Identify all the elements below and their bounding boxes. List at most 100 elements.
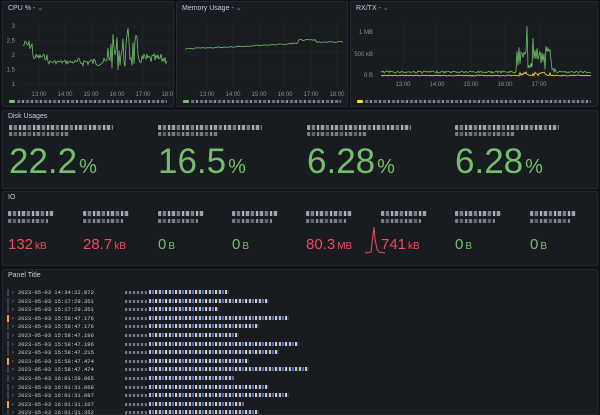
logs-panel: Panel Title › 2023-05-03 14:34:22.072 › 202… — [2, 269, 598, 415]
chevron-right-icon[interactable]: › — [11, 332, 15, 339]
disk-stat-value: 22.2% — [9, 142, 97, 182]
log-level-indicator — [7, 289, 9, 296]
log-message-blurred — [149, 358, 249, 363]
disk-stat-label — [158, 125, 262, 130]
io-stat-sublabel — [158, 219, 198, 223]
io-stat-sublabel — [381, 219, 421, 223]
log-message-blurred — [149, 393, 289, 398]
log-level-indicator — [7, 375, 9, 382]
log-label-blurred — [125, 402, 147, 406]
log-label-blurred — [125, 299, 147, 303]
log-label-blurred — [125, 316, 147, 320]
log-message-blurred — [149, 401, 244, 406]
io-stat-value: 0B — [158, 236, 175, 253]
legend-blurred[interactable] — [191, 100, 341, 103]
log-level-indicator — [7, 306, 9, 314]
log-label-blurred — [125, 385, 147, 389]
disk-stat-unit: % — [228, 156, 246, 178]
log-timestamp: 2023-05-03 16:01:31.107 — [18, 400, 94, 408]
io-stat-unit: B — [168, 241, 176, 252]
y-tick-label: 0 B — [364, 73, 373, 79]
log-label-blurred — [125, 334, 147, 337]
disk-panel-title[interactable]: Disk Usages — [8, 113, 47, 120]
chevron-right-icon[interactable]: › — [11, 409, 15, 414]
legend-blurred[interactable] — [365, 100, 591, 103]
legend-blurred[interactable] — [17, 100, 167, 103]
io-stat-sublabel — [306, 219, 346, 223]
io-stat-label — [530, 211, 576, 216]
io-stat-unit: kB — [114, 241, 126, 252]
x-tick-label: 13:00 — [395, 82, 411, 88]
x-tick-label: 14:00 — [429, 82, 445, 88]
x-tick-label: 16:00 — [497, 82, 513, 88]
log-label-blurred — [125, 377, 147, 380]
chevron-right-icon[interactable]: › — [11, 375, 15, 382]
disk-stat-number: 6.28 — [455, 142, 524, 181]
io-stat-value: 132 kB — [8, 236, 47, 253]
io-stat-number: 28.7 — [83, 236, 113, 253]
disk-stat-label — [455, 125, 559, 130]
log-row[interactable]: › 2023-05-03 16:01:31.352 — [7, 408, 597, 414]
log-label-blurred — [125, 394, 147, 398]
log-message-blurred — [149, 307, 219, 312]
log-label-blurred — [125, 325, 147, 329]
log-timestamp: 2023-05-03 15:58:47.474 — [18, 357, 94, 365]
disk-stat-unit: % — [79, 156, 97, 178]
io-stat-label — [232, 211, 278, 216]
legend-swatch — [183, 100, 189, 103]
io-stat-label — [381, 211, 427, 216]
io-stat-sublabel — [83, 219, 123, 223]
chevron-right-icon[interactable]: › — [11, 349, 15, 356]
memory-panel: Memory Usage - ⌄ 13:00 14:00 15:00 16:00 17:0… — [176, 1, 348, 107]
io-stat-value: 0B — [232, 236, 249, 253]
log-level-indicator — [7, 392, 9, 400]
io-stat-value: 28.7 kB — [83, 236, 126, 253]
x-tick-label: 13:00 — [199, 92, 215, 98]
log-timestamp: 2023-05-03 15:17:29.351 — [18, 306, 94, 314]
chevron-right-icon[interactable]: › — [11, 298, 15, 305]
io-panel-title[interactable]: IO — [8, 194, 15, 201]
y-tick-label: 2 — [12, 53, 16, 59]
log-label-blurred — [125, 368, 147, 372]
io-stat-sublabel — [8, 219, 48, 223]
io-stat-label — [158, 211, 204, 216]
log-level-indicator — [7, 340, 9, 348]
io-stat-sublabel — [455, 219, 495, 223]
x-tick-label: 18:00 — [161, 92, 174, 98]
log-level-indicator — [7, 314, 9, 322]
chevron-right-icon[interactable]: › — [11, 366, 15, 373]
chevron-right-icon[interactable]: › — [11, 315, 15, 322]
io-stat-unit: kB — [35, 241, 47, 252]
x-tick-label: 13:00 — [31, 92, 47, 98]
log-level-indicator — [7, 383, 9, 391]
log-level-indicator — [7, 357, 9, 365]
io-stat-number: 0 — [530, 236, 539, 253]
log-timestamp: 2023-05-03 15:58:47.215 — [18, 349, 94, 357]
logs-panel-title[interactable]: Panel Title — [8, 272, 41, 279]
legend-swatch — [357, 100, 363, 103]
disk-usage-panel: Disk Usages 22.2% 16.5% 6.28% 6.28% — [2, 110, 598, 189]
chevron-right-icon[interactable]: › — [11, 306, 15, 313]
x-tick-label: 14:00 — [57, 92, 73, 98]
x-tick-label: 16:00 — [109, 92, 125, 98]
chevron-right-icon[interactable]: › — [11, 289, 15, 296]
disk-stat-sublabel — [9, 132, 69, 136]
io-stat-label — [455, 211, 501, 216]
disk-stat-number: 16.5 — [158, 142, 227, 181]
chevron-right-icon[interactable]: › — [11, 392, 15, 399]
chevron-right-icon[interactable]: › — [11, 384, 15, 391]
disk-stat-unit: % — [377, 156, 395, 178]
disk-stat-label — [307, 125, 411, 130]
y-tick-label: 500 kB — [354, 52, 373, 58]
io-stat-number: 132 — [8, 236, 34, 253]
y-tick-label: 1.5 — [7, 68, 16, 74]
log-label-blurred — [125, 308, 147, 312]
chevron-right-icon[interactable]: › — [11, 323, 15, 330]
chevron-right-icon[interactable]: › — [11, 401, 15, 408]
io-stat-label — [306, 211, 352, 216]
cpu-panel: CPU % - ⌄ 3 2.5 2 1.5 1 13:00 14:00 15:00 16:00 17… — [2, 1, 174, 107]
log-level-indicator — [7, 400, 9, 408]
log-timestamp: 2023-05-03 16:01:31.087 — [18, 392, 94, 400]
chevron-right-icon[interactable]: › — [11, 341, 15, 348]
chevron-right-icon[interactable]: › — [11, 358, 15, 365]
